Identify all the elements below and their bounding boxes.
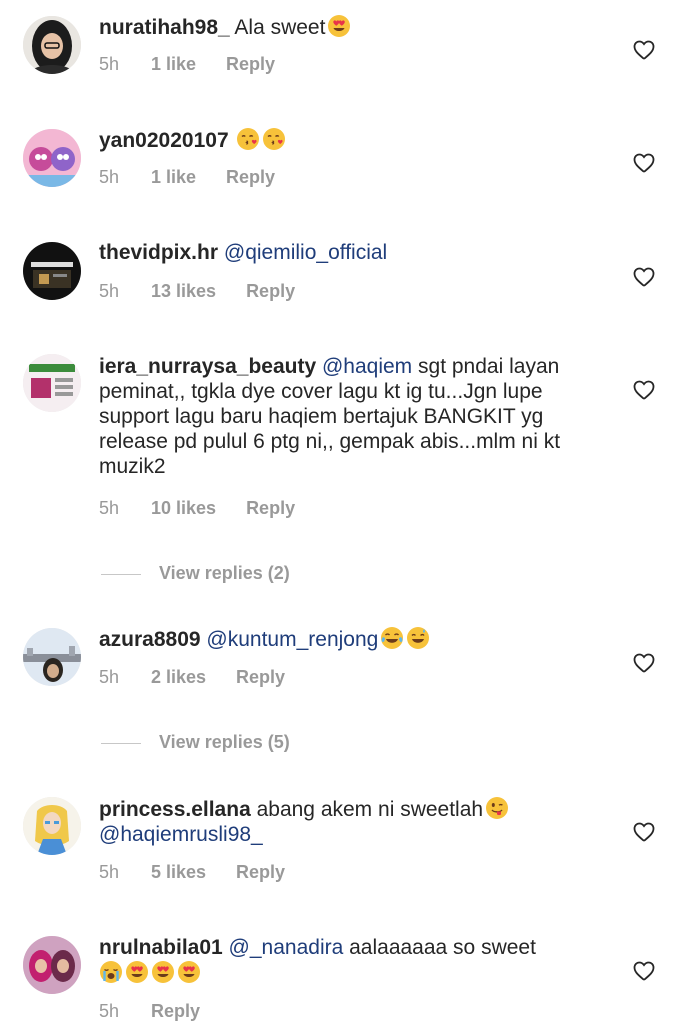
comment-text: yan02020107	[99, 127, 599, 153]
comment-time: 5h	[99, 167, 120, 187]
comment-meta: 5h 2 likes Reply	[99, 665, 285, 689]
comment-likes[interactable]: 10 likes	[151, 496, 216, 520]
like-heart-icon[interactable]	[632, 820, 656, 842]
comment-meta: 5h 1 like Reply	[99, 165, 275, 189]
comment-body: aalaaaaaa so sweet	[349, 936, 536, 959]
avatar[interactable]	[23, 16, 81, 74]
comment-username[interactable]: yan02020107	[99, 129, 229, 152]
view-replies-button[interactable]: View replies (5)	[101, 730, 290, 754]
comment-body: abang akem ni sweetlah	[256, 798, 484, 821]
avatar[interactable]	[23, 936, 81, 994]
comment-time: 5h	[99, 281, 120, 301]
comment-likes[interactable]: 2 likes	[151, 665, 206, 689]
comment-meta: 5h Reply	[99, 999, 200, 1023]
comment-likes[interactable]: 1 like	[151, 165, 196, 189]
avatar[interactable]	[23, 354, 81, 412]
comment-mention[interactable]: @haqiemrusli98_	[99, 823, 263, 846]
comment-body: Ala sweet	[234, 16, 326, 39]
comment-meta: 5h 10 likes Reply	[99, 496, 295, 520]
comment-text: azura8809 @kuntum_renjong	[99, 626, 599, 652]
divider-line	[101, 573, 141, 575]
comment-time: 5h	[99, 498, 120, 518]
comment-username[interactable]: princess.ellana	[99, 798, 251, 821]
comment-time: 5h	[99, 54, 120, 74]
comment-text: princess.ellana abang akem ni sweetlah @…	[99, 796, 599, 847]
comment-meta: 5h 1 like Reply	[99, 52, 275, 76]
like-heart-icon[interactable]	[632, 38, 656, 60]
comment-text: nrulnabila01 @_nanadira aalaaaaaa so swe…	[99, 935, 599, 986]
avatar[interactable]	[23, 129, 81, 187]
heart-eyes-emoji-icon	[151, 960, 175, 984]
comment-meta: 5h 5 likes Reply	[99, 860, 285, 884]
comment-username[interactable]: nrulnabila01	[99, 936, 223, 959]
view-replies-label: View replies (2)	[159, 563, 290, 583]
like-heart-icon[interactable]	[632, 265, 656, 287]
reply-button[interactable]: Reply	[151, 999, 200, 1023]
comment-mention[interactable]: @kuntum_renjong	[206, 628, 378, 651]
comment-text: iera_nurraysa_beauty @haqiem sgt pndai l…	[99, 354, 569, 479]
comment-time: 5h	[99, 1001, 120, 1021]
like-heart-icon[interactable]	[632, 959, 656, 981]
tears-of-joy-emoji-icon	[380, 626, 405, 650]
view-replies-button[interactable]: View replies (2)	[101, 561, 290, 585]
reply-button[interactable]: Reply	[246, 279, 295, 303]
like-heart-icon[interactable]	[632, 378, 656, 400]
comment-likes[interactable]: 13 likes	[151, 279, 216, 303]
grinning-sweat-emoji-icon	[406, 626, 431, 650]
comment-username[interactable]: azura8809	[99, 628, 201, 651]
reply-button[interactable]: Reply	[246, 496, 295, 520]
comment-username[interactable]: iera_nurraysa_beauty	[99, 355, 316, 378]
comment-username[interactable]: nuratihah98_	[99, 16, 230, 39]
comment-meta: 5h 13 likes Reply	[99, 279, 295, 303]
comment-mention[interactable]: @_nanadira	[229, 936, 344, 959]
comment-time: 5h	[99, 862, 120, 882]
reply-button[interactable]: Reply	[226, 165, 275, 189]
avatar[interactable]	[23, 628, 81, 686]
heart-eyes-emoji-icon	[327, 14, 351, 38]
avatar[interactable]	[23, 797, 81, 855]
kissing-heart-emoji-icon	[262, 127, 287, 151]
like-heart-icon[interactable]	[632, 651, 656, 673]
avatar[interactable]	[23, 242, 81, 300]
view-replies-label: View replies (5)	[159, 732, 290, 752]
comment-username[interactable]: thevidpix.hr	[99, 241, 218, 264]
like-heart-icon[interactable]	[632, 151, 656, 173]
comment-likes[interactable]: 5 likes	[151, 860, 206, 884]
comment-mention[interactable]: @haqiem	[322, 355, 412, 378]
divider-line	[101, 742, 141, 744]
comment-mention[interactable]: @qiemilio_official	[224, 241, 387, 264]
comment-time: 5h	[99, 667, 120, 687]
reply-button[interactable]: Reply	[236, 665, 285, 689]
heart-eyes-emoji-icon	[125, 960, 149, 984]
reply-button[interactable]: Reply	[226, 52, 275, 76]
loudly-crying-emoji-icon	[99, 960, 123, 984]
comment-text: nuratihah98_ Ala sweet	[99, 14, 599, 40]
reply-button[interactable]: Reply	[236, 860, 285, 884]
heart-eyes-emoji-icon	[177, 960, 201, 984]
kissing-heart-emoji-icon	[236, 127, 261, 151]
winking-tongue-emoji-icon	[485, 796, 509, 820]
comment-text: thevidpix.hr @qiemilio_official	[99, 240, 599, 265]
comment-likes[interactable]: 1 like	[151, 52, 196, 76]
